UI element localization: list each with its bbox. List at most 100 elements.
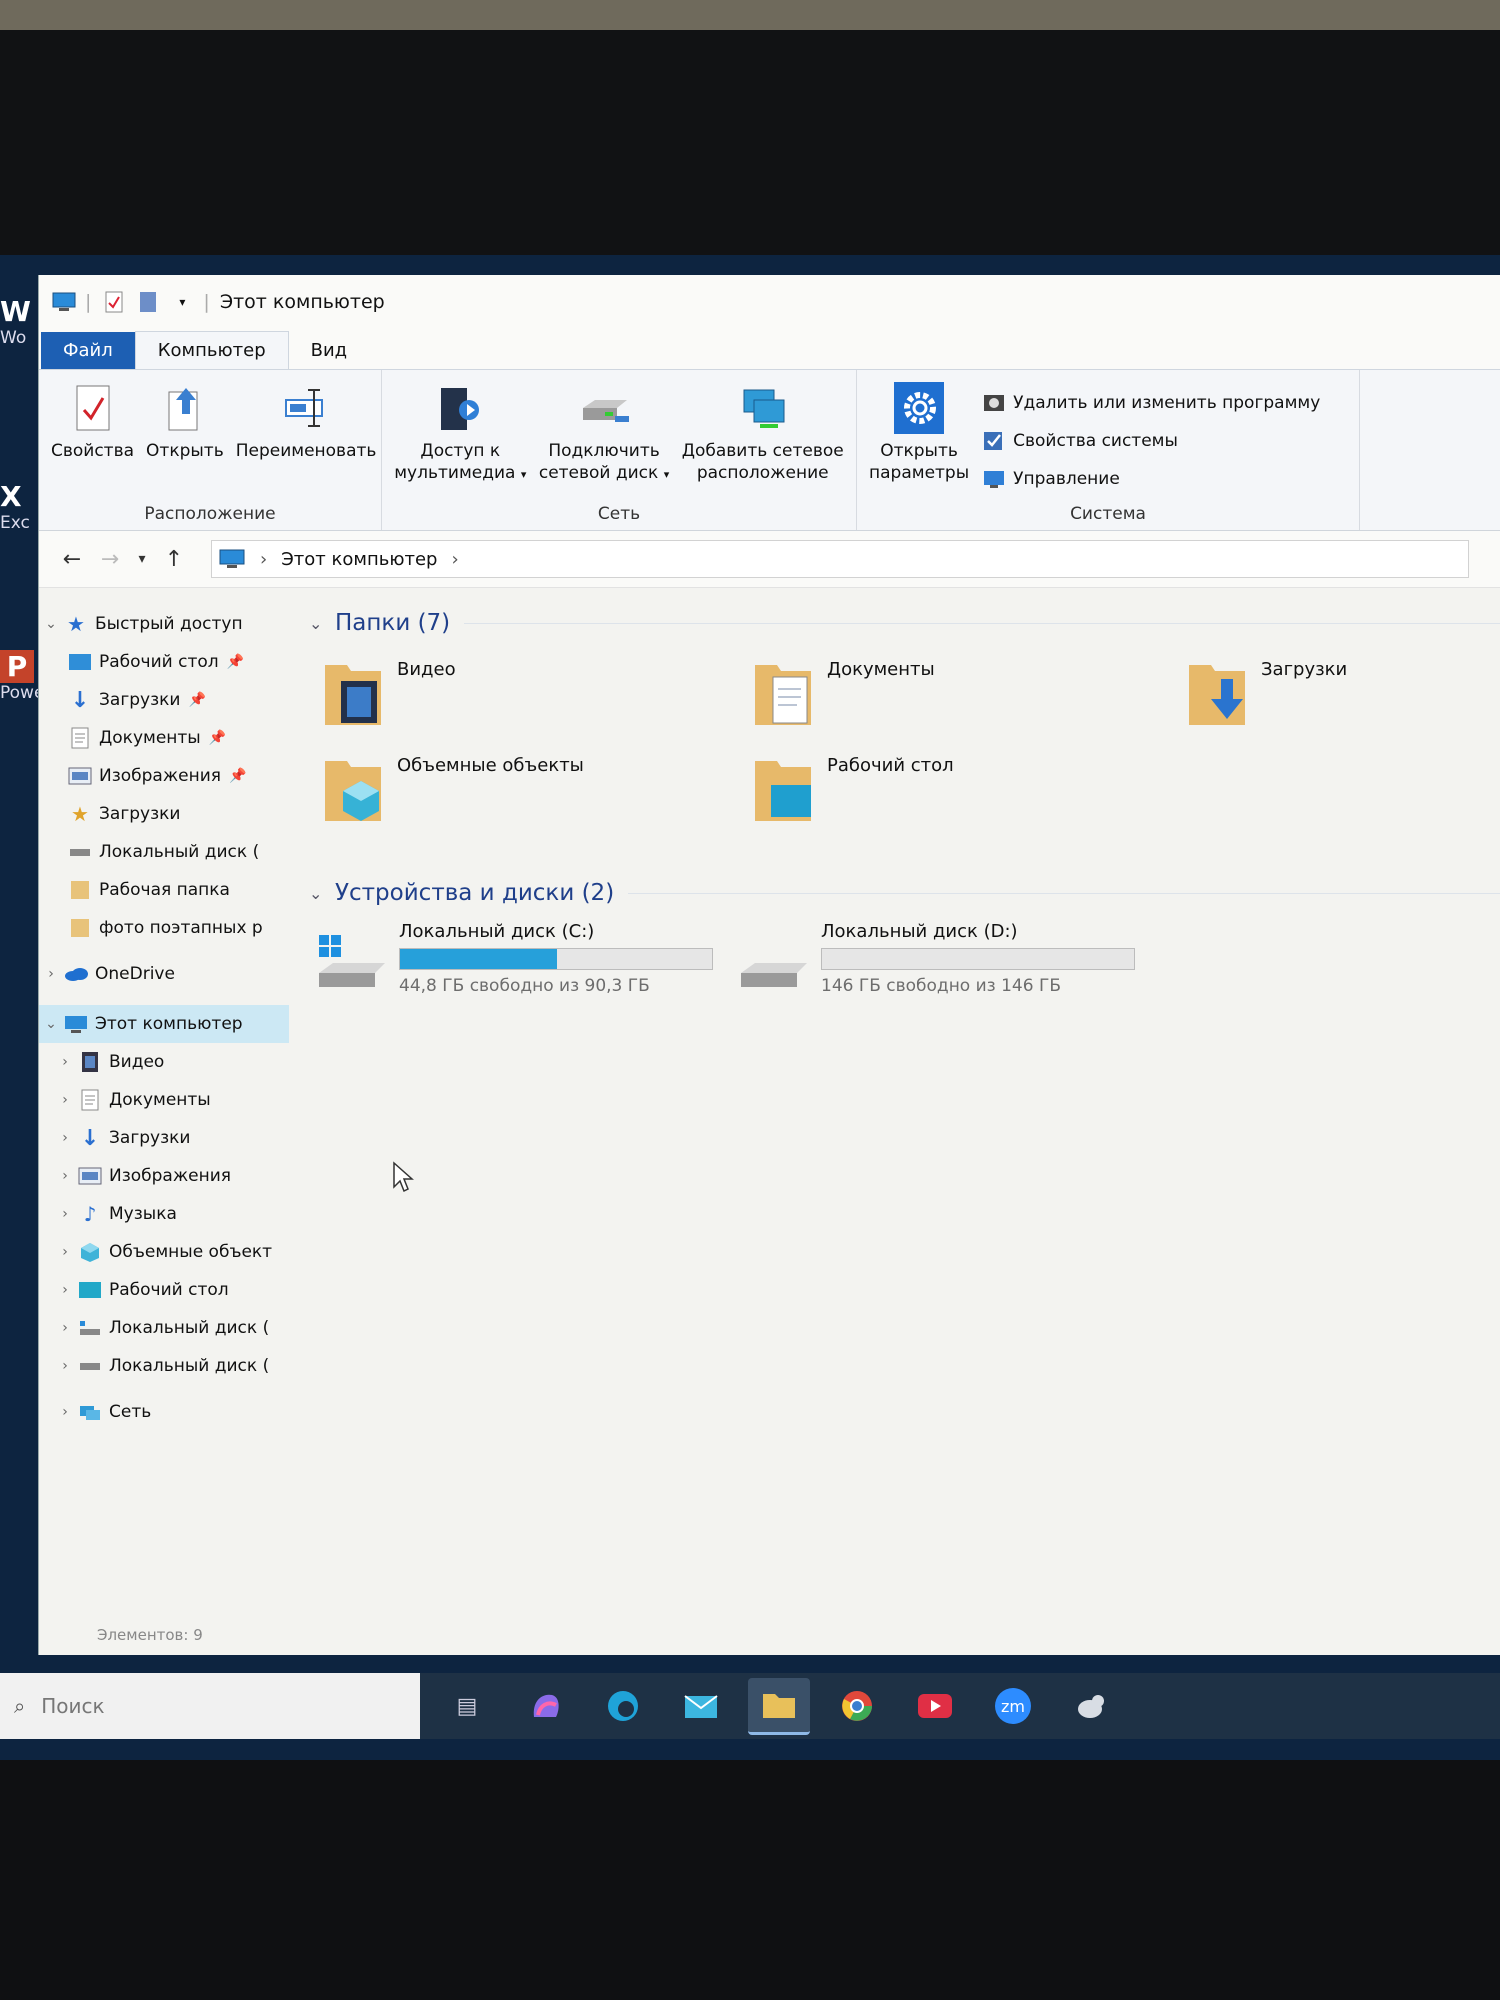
screen: W Wo X Exc P Power | ▾ | Этот компьютер … [0, 255, 1500, 1760]
breadcrumb-separator-icon: › [260, 548, 268, 570]
sidebar-item-pc-disk-c[interactable]: › Локальный диск ( [39, 1309, 309, 1347]
pin-icon[interactable]: 📌 [227, 654, 244, 670]
folder-videos[interactable]: Видео [323, 659, 456, 727]
drive-c[interactable]: Локальный диск (C:) 44,8 ГБ свободно из … [315, 921, 713, 996]
sidebar-item-quick-access[interactable]: ⌄ ★ Быстрый доступ [39, 605, 309, 643]
properties-quick-icon[interactable] [101, 289, 127, 315]
explorer-icon[interactable] [748, 1677, 810, 1735]
sidebar-item-pc-disk-d[interactable]: › Локальный диск ( [39, 1347, 309, 1385]
zoom-icon[interactable]: zm [982, 1679, 1044, 1733]
3d-objects-folder-icon [323, 755, 383, 823]
sidebar-label: Рабочий стол [99, 652, 219, 672]
folder-3d-objects[interactable]: Объемные объекты [323, 755, 584, 823]
desktop-excel-shortcut[interactable]: X Exc [0, 480, 38, 533]
tab-file[interactable]: Файл [41, 332, 135, 369]
sidebar-item-pc-3d-objects[interactable]: › Объемные объект [39, 1233, 309, 1271]
sidebar-label: Сеть [109, 1402, 152, 1422]
pin-icon[interactable]: 📌 [209, 730, 226, 746]
expand-chevron-icon[interactable]: › [53, 1320, 77, 1336]
expand-chevron-icon[interactable]: › [39, 966, 63, 982]
back-arrow-icon[interactable]: ← [53, 547, 91, 572]
folder-downloads[interactable]: Загрузки [1187, 659, 1347, 727]
mail-icon[interactable] [670, 1679, 732, 1733]
sidebar-item-documents[interactable]: Документы 📌 [39, 719, 309, 757]
folder-icon [67, 916, 93, 940]
uninstall-program-button[interactable]: Удалить или изменить программу [981, 384, 1320, 422]
expand-chevron-icon[interactable]: › [53, 1168, 77, 1184]
sidebar-item-this-pc[interactable]: ⌄ Этот компьютер [39, 1005, 289, 1043]
sidebar-item-local-disk[interactable]: Локальный диск ( [39, 833, 309, 871]
folder-documents[interactable]: Документы [753, 659, 935, 727]
expand-chevron-icon[interactable]: › [53, 1054, 77, 1070]
sidebar-item-photo-folder[interactable]: фото поэтапных р [39, 909, 309, 947]
sidebar-item-pc-pictures[interactable]: › Изображения [39, 1157, 309, 1195]
sidebar-item-desktop[interactable]: Рабочий стол 📌 [39, 643, 309, 681]
expand-chevron-icon[interactable]: › [53, 1092, 77, 1108]
sidebar-item-pictures[interactable]: Изображения 📌 [39, 757, 309, 795]
expand-chevron-icon[interactable]: › [53, 1404, 77, 1420]
expand-chevron-icon[interactable]: › [53, 1358, 77, 1374]
youtube-icon[interactable] [904, 1679, 966, 1733]
pin-icon[interactable]: 📌 [229, 768, 246, 784]
group-label-system: Система [1070, 504, 1146, 524]
drive-free-space: 146 ГБ свободно из 146 ГБ [821, 976, 1061, 996]
expand-chevron-icon[interactable]: › [53, 1282, 77, 1298]
drive-d[interactable]: Локальный диск (D:) 146 ГБ свободно из 1… [737, 921, 1135, 996]
network-drive-icon [579, 382, 630, 434]
sidebar-item-pc-videos[interactable]: › Видео [39, 1043, 309, 1081]
sidebar-item-network[interactable]: › Сеть [39, 1393, 309, 1431]
sidebar-label: Изображения [109, 1166, 232, 1186]
forward-arrow-icon[interactable]: → [91, 547, 129, 572]
expand-chevron-icon[interactable]: › [53, 1130, 77, 1146]
sidebar-item-work-folder[interactable]: Рабочая папка [39, 871, 309, 909]
chrome-icon[interactable] [826, 1679, 888, 1733]
sidebar-item-pc-desktop[interactable]: › Рабочий стол [39, 1271, 309, 1309]
expand-chevron-icon[interactable]: ⌄ [39, 616, 63, 632]
folder-icon [67, 878, 93, 902]
sidebar-item-onedrive[interactable]: › OneDrive [39, 955, 309, 993]
system-properties-button[interactable]: Свойства системы [981, 422, 1320, 460]
drive-name: Локальный диск (D:) [821, 921, 1018, 942]
folder-label: Рабочий стол [827, 755, 954, 776]
taskbar: ⌕ Поиск ▤ zm [0, 1673, 1500, 1739]
sidebar-item-downloads-star[interactable]: ★ Загрузки [39, 795, 309, 833]
expand-chevron-icon[interactable]: › [53, 1244, 77, 1260]
pictures-icon [77, 1164, 103, 1188]
collapse-chevron-icon[interactable]: ⌄ [309, 884, 335, 903]
address-path-field[interactable]: › Этот компьютер › [211, 540, 1469, 578]
folders-section-header[interactable]: ⌄ Папки (7) [309, 603, 1500, 643]
sidebar-item-pc-documents[interactable]: › Документы [39, 1081, 309, 1119]
expand-chevron-icon[interactable]: › [53, 1206, 77, 1222]
section-divider [464, 622, 1500, 624]
desktop-powerpoint-shortcut[interactable]: P Power [0, 650, 51, 703]
tab-computer[interactable]: Компьютер [134, 331, 289, 369]
sidebar-label: Загрузки [99, 690, 181, 710]
manage-button[interactable]: Управление [981, 460, 1320, 498]
recent-locations-chevron-icon[interactable]: ▾ [129, 551, 155, 567]
expand-chevron-icon[interactable]: ⌄ [39, 1016, 63, 1032]
bird-app-icon[interactable] [1060, 1679, 1122, 1733]
network-location-icon [738, 382, 788, 434]
task-view-icon[interactable]: ▤ [436, 1679, 498, 1733]
address-bar: ← → ▾ ↑ › Этот компьютер › [39, 531, 1500, 588]
sidebar-item-pc-music[interactable]: › ♪ Музыка [39, 1195, 309, 1233]
desktop-word-shortcut[interactable]: W Wo [0, 295, 38, 348]
sidebar-item-downloads[interactable]: ↓ Загрузки 📌 [39, 681, 309, 719]
tab-view[interactable]: Вид [289, 332, 370, 369]
edge-icon[interactable] [592, 1679, 654, 1733]
pin-icon[interactable]: 📌 [188, 692, 205, 708]
new-folder-quick-icon[interactable] [135, 289, 161, 315]
collapse-chevron-icon[interactable]: ⌄ [309, 614, 335, 633]
up-arrow-icon[interactable]: ↑ [155, 547, 193, 572]
sidebar-item-pc-downloads[interactable]: › ↓ Загрузки [39, 1119, 309, 1157]
folder-desktop[interactable]: Рабочий стол [753, 755, 954, 823]
documents-icon [67, 726, 93, 750]
devices-section-header[interactable]: ⌄ Устройства и диски (2) [309, 873, 1500, 913]
breadcrumb-this-pc[interactable]: Этот компьютер [281, 549, 437, 570]
sidebar-label: Документы [109, 1090, 211, 1110]
copilot-icon[interactable] [514, 1679, 576, 1733]
customize-quick-access-icon[interactable]: ▾ [169, 289, 195, 315]
taskbar-search-box[interactable]: ⌕ Поиск [0, 1673, 420, 1739]
laptop-bezel-top [0, 30, 1500, 265]
breadcrumb-separator-icon[interactable]: › [451, 549, 458, 570]
